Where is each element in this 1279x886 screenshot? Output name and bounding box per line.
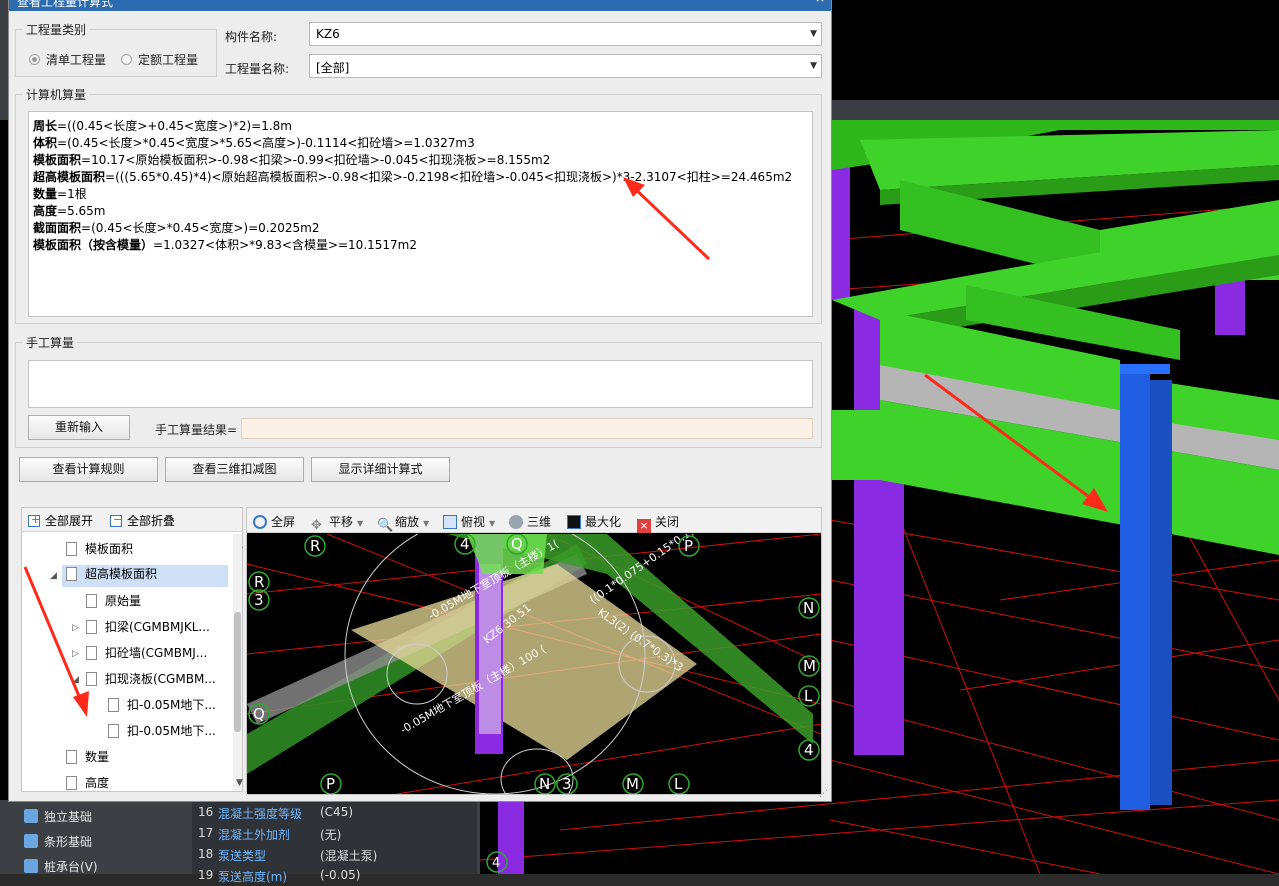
topview-button[interactable]: 俯视 ▼ [443, 513, 495, 530]
close-icon[interactable]: × [815, 0, 825, 5]
maximize-icon [567, 515, 581, 529]
computer-calc-label: 计算机算量 [23, 86, 90, 103]
3d-icon [509, 515, 523, 529]
view-3d-deduction-button[interactable]: 查看三维扣减图 [165, 457, 304, 482]
tree-node[interactable]: 数量 [66, 748, 109, 770]
tree-node[interactable]: 扣砼墙(CGMBMJ... [86, 644, 207, 666]
calc-line: 体积=(0.45<长度>*0.45<宽度>*5.65<高度>)-0.1114<扣… [33, 136, 475, 150]
pan-icon: ✥ [311, 518, 322, 533]
quantity-name-label: 工程量名称: [225, 62, 290, 76]
svg-text:3: 3 [254, 591, 264, 609]
close-icon: × [637, 519, 651, 533]
quantity-name-select[interactable]: [全部] ▼ [309, 54, 822, 78]
svg-text:Q: Q [253, 705, 265, 723]
calc-line: 模板面积=10.17<原始模板面积>-0.98<扣梁>-0.99<扣砼墙>-0.… [33, 153, 551, 167]
prop-row[interactable]: 19 泵送高度(m) (-0.05) [192, 865, 477, 886]
tree-node[interactable]: 扣梁(CGMBMJKL... [86, 618, 210, 640]
expand-icon: + [28, 513, 40, 527]
tree-toolbar: + 全部展开 − 全部折叠 [22, 508, 242, 532]
radio-checked-icon [29, 54, 40, 65]
foundation-icon [24, 834, 38, 848]
bg-axis-marker: 4 [492, 856, 500, 871]
svg-text:L: L [804, 687, 813, 705]
fullscreen-icon [253, 515, 267, 529]
nav-item-isolated-foundation[interactable]: 独立基础 [24, 808, 92, 830]
fullscreen-button[interactable]: 全屏 [253, 513, 295, 530]
svg-text:L: L [674, 775, 683, 793]
zoom-icon: 🔍 [377, 518, 394, 533]
calc-line: 周长=((0.45<长度>+0.45<宽度>)*2)=1.8m [33, 119, 292, 133]
three-d-button[interactable]: 三维 [509, 513, 551, 530]
pan-button[interactable]: ✥ 平移 ▼ [311, 513, 363, 533]
expand-all-button[interactable]: + 全部展开 [28, 512, 93, 529]
close-viewer-button[interactable]: × 关闭 [637, 513, 679, 533]
viewer-canvas[interactable]: -0.05M地下室顶板（主楼）1( KZ6 30.51 KL3(2) (0.7*… [247, 534, 821, 794]
svg-text:N: N [803, 599, 814, 617]
chevron-down-icon: ▼ [810, 29, 817, 39]
nav-item-strip-foundation[interactable]: 条形基础 [24, 833, 92, 855]
prop-row[interactable]: 16 混凝土强度等级 (C45) [192, 802, 477, 823]
manual-calc-label: 手工算量 [23, 334, 78, 351]
document-icon [66, 750, 77, 764]
component-name-label: 构件名称: [225, 30, 278, 44]
chevron-down-icon: ▼ [810, 61, 817, 71]
document-icon [108, 724, 119, 738]
viewer-toolbar: 全屏 ✥ 平移 ▼ 🔍 缩放 ▼ 俯视 ▼ 三维 最大化 × 关闭 [247, 508, 821, 533]
annotation-arrow [23, 566, 89, 717]
manual-result-label: 手工算量结果= [155, 423, 238, 437]
deduction-3d-viewer[interactable]: 全屏 ✥ 平移 ▼ 🔍 缩放 ▼ 俯视 ▼ 三维 最大化 × 关闭 -0.05M… [246, 507, 822, 795]
scrollbar-thumb[interactable] [234, 612, 241, 732]
category-group-label: 工程量类别 [23, 21, 90, 38]
svg-text:M: M [803, 657, 816, 675]
topview-icon [443, 515, 457, 529]
collapse-all-button[interactable]: − 全部折叠 [110, 512, 175, 529]
tree-node[interactable]: 高度 [66, 774, 109, 796]
maximize-button[interactable]: 最大化 [567, 513, 621, 530]
collapse-icon: − [110, 513, 122, 527]
manual-calc-textarea[interactable] [28, 360, 813, 408]
dialog-titlebar[interactable]: 查看工程量计算式 × [9, 0, 831, 11]
tree-node[interactable]: 扣-0.05M地下... [108, 722, 216, 744]
svg-text:Q: Q [511, 535, 523, 553]
svg-text:R: R [310, 537, 320, 555]
svg-text:3: 3 [562, 775, 572, 793]
tree-scrollbar[interactable] [233, 534, 242, 791]
document-icon [66, 776, 77, 790]
reinput-button[interactable]: 重新输入 [28, 415, 130, 440]
svg-text:M: M [626, 775, 639, 793]
nav-item-pile-cap[interactable]: 桩承台(V) [24, 858, 98, 880]
show-detail-formula-button[interactable]: 显示详细计算式 [311, 457, 450, 482]
prop-row[interactable]: 17 混凝土外加剂 (无) [192, 823, 477, 844]
view-rules-button[interactable]: 查看计算规则 [19, 457, 158, 482]
svg-text:N: N [539, 775, 550, 793]
tree-node[interactable]: 扣-0.05M地下... [108, 696, 216, 718]
scroll-down-icon[interactable]: ▼ [236, 778, 243, 788]
svg-text:P: P [684, 537, 693, 555]
svg-text:4: 4 [804, 741, 814, 759]
quantity-formula-dialog: 查看工程量计算式 × 工程量类别 清单工程量 定额工程量 构件名称: KZ6▼ … [8, 0, 832, 802]
manual-result-field[interactable] [241, 418, 813, 439]
pile-icon [24, 859, 38, 873]
svg-text:P: P [326, 775, 335, 793]
document-icon [108, 698, 119, 712]
svg-text:R: R [254, 573, 264, 591]
tree-node[interactable]: 模板面积 [66, 540, 133, 562]
foundation-icon [24, 809, 38, 823]
radio-unchecked-icon [121, 54, 132, 65]
document-icon [66, 542, 77, 556]
zoom-button[interactable]: 🔍 缩放 ▼ [377, 513, 429, 533]
annotation-arrow [623, 177, 711, 261]
radio-dinge[interactable]: 定额工程量 [121, 51, 198, 68]
radio-qingdan[interactable]: 清单工程量 [29, 51, 106, 68]
tree-node[interactable]: 扣现浇板(CGMBM... [86, 670, 216, 692]
component-name-select[interactable]: KZ6 ▼ [309, 22, 822, 46]
resize-grip-icon[interactable]: ⋰ [819, 789, 828, 799]
svg-text:4: 4 [460, 535, 470, 553]
prop-row[interactable]: 18 泵送类型 (混凝土泵) [192, 844, 477, 865]
dialog-title: 查看工程量计算式 [17, 0, 114, 9]
